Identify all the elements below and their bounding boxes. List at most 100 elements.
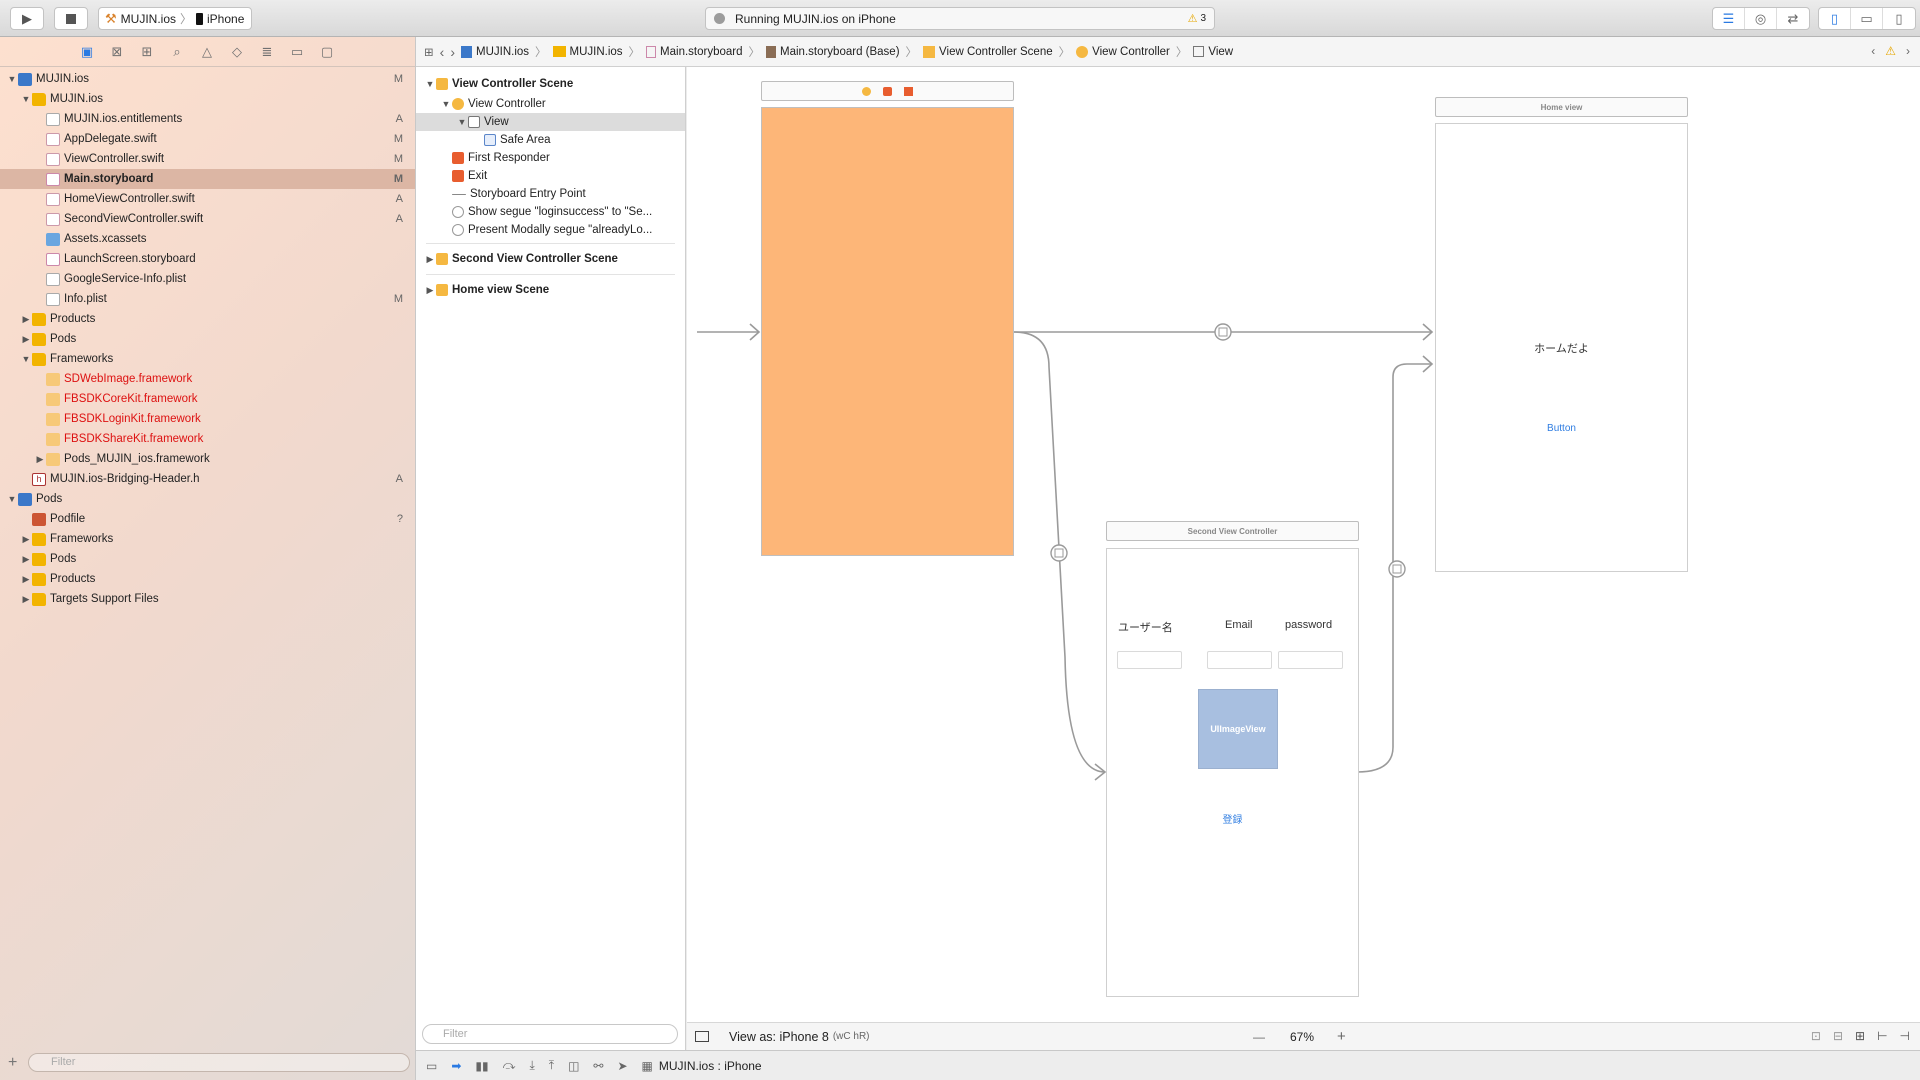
outline-view-controller[interactable]: ▼ View Controller [416, 95, 685, 113]
back-icon[interactable]: ‹ [440, 44, 445, 60]
file-tree-row[interactable]: FBSDKLoginKit.framework [0, 409, 415, 429]
username-field[interactable] [1117, 651, 1182, 669]
second-scene-dock[interactable]: Second View Controller [1106, 521, 1359, 541]
outline-exit[interactable]: Exit [416, 167, 685, 185]
resolve-issues-icon[interactable]: ⊣ [1900, 1029, 1910, 1043]
disclosure-expanded-icon[interactable]: ▼ [424, 79, 436, 89]
outline-entry-point[interactable]: Storyboard Entry Point [416, 185, 685, 203]
outline-scene-home[interactable]: ▶ Home view Scene [416, 279, 685, 301]
zoom-level[interactable]: 67% [1290, 1030, 1314, 1044]
align-icon[interactable]: ⊞ [1855, 1029, 1865, 1043]
disclosure-collapsed-icon[interactable]: ▶ [424, 254, 436, 265]
forward-icon[interactable]: › [450, 44, 455, 60]
breakpoint-icon[interactable]: ▭ [288, 44, 306, 60]
zoom-out-button[interactable]: — [1253, 1030, 1265, 1044]
report-icon[interactable]: ▢ [318, 44, 336, 60]
debug-area-toggle-icon[interactable]: ▭ [1851, 8, 1883, 29]
file-tree-row[interactable]: ▼ MUJIN.ios M [0, 69, 415, 89]
previous-issue-icon[interactable]: ‹ [1871, 44, 1875, 58]
second-device[interactable]: ユーザー名 Email password UIImageView 登録 [1106, 548, 1359, 997]
memory-graph-icon[interactable]: ⚯ [593, 1059, 603, 1073]
file-tree-row[interactable]: ▼ Frameworks [0, 349, 415, 369]
disclosure-collapsed-icon[interactable]: ▶ [20, 534, 32, 545]
assistant-editor-icon[interactable]: ◎ [1745, 8, 1777, 29]
pause-icon[interactable]: ▮▮ [475, 1059, 488, 1073]
related-items-icon[interactable]: ⊞ [424, 45, 434, 59]
navigator-filter-input[interactable]: Filter [28, 1053, 410, 1072]
version-editor-icon[interactable]: ⇄ [1777, 8, 1809, 29]
crumb-storyboard-base[interactable]: Main.storyboard (Base) [766, 45, 900, 58]
update-frames-icon[interactable]: ⊡ [1811, 1029, 1821, 1043]
file-tree-row[interactable]: SDWebImage.framework [0, 369, 415, 389]
file-tree-row[interactable]: ▶ Products [0, 309, 415, 329]
view-as-label[interactable]: View as: iPhone 8 [729, 1030, 829, 1044]
outline-scene-view-controller[interactable]: ▼ View Controller Scene [416, 73, 685, 95]
crumb-folder[interactable]: MUJIN.ios [552, 46, 623, 58]
outline-segue-alreadylogin[interactable]: Present Modally segue "alreadyLo... [416, 221, 685, 239]
outline-segue-loginsuccess[interactable]: Show segue "loginsuccess" to "Se... [416, 203, 685, 221]
home-button[interactable]: Button [1436, 423, 1687, 434]
source-control-icon[interactable]: ⊠ [108, 44, 126, 60]
disclosure-collapsed-icon[interactable]: ▶ [20, 334, 32, 345]
file-tree-row[interactable]: ▼ Pods [0, 489, 415, 509]
outline-view[interactable]: ▼ View [416, 113, 685, 131]
run-button[interactable]: ▶ [10, 7, 44, 30]
password-field[interactable] [1278, 651, 1343, 669]
disclosure-collapsed-icon[interactable]: ▶ [424, 285, 436, 296]
file-tree-row[interactable]: ▶ Pods_MUJIN_ios.framework [0, 449, 415, 469]
home-device[interactable]: ホームだよ Button [1435, 123, 1688, 572]
disclosure-expanded-icon[interactable]: ▼ [440, 99, 452, 109]
file-tree-row[interactable]: Podfile? [0, 509, 415, 529]
disclosure-expanded-icon[interactable]: ▼ [20, 94, 32, 104]
image-view[interactable]: UIImageView [1198, 689, 1278, 769]
disclosure-collapsed-icon[interactable]: ▶ [34, 454, 46, 465]
vc-root-view[interactable] [762, 108, 1013, 555]
crumb-project[interactable]: MUJIN.ios [460, 45, 529, 58]
home-scene-dock[interactable]: Home view [1435, 97, 1688, 117]
disclosure-collapsed-icon[interactable]: ▶ [20, 554, 32, 565]
scheme-selector[interactable]: ⚒ MUJIN.ios 〉 iPhone [98, 7, 252, 30]
outline-toggle-icon[interactable] [695, 1031, 709, 1042]
hide-debug-area-icon[interactable]: ▭ [426, 1059, 437, 1073]
file-tree-row[interactable]: ▶ Pods [0, 329, 415, 349]
file-tree-row[interactable]: ▶ Pods [0, 549, 415, 569]
next-issue-icon[interactable]: › [1906, 44, 1910, 58]
file-tree-row[interactable]: LaunchScreen.storyboard [0, 249, 415, 269]
file-tree-row[interactable]: Assets.xcassets [0, 229, 415, 249]
outline-filter-input[interactable]: Filter [422, 1024, 678, 1044]
file-tree-row[interactable]: MUJIN.ios.entitlements A [0, 109, 415, 129]
location-icon[interactable]: ➤ [617, 1059, 627, 1073]
file-tree-row[interactable]: ▼ MUJIN.ios [0, 89, 415, 109]
issue-icon[interactable]: △ [198, 44, 216, 60]
disclosure-expanded-icon[interactable]: ▼ [6, 74, 18, 84]
file-tree-row[interactable]: HomeViewController.swift A [0, 189, 415, 209]
zoom-in-button[interactable]: + [1337, 1028, 1346, 1045]
embed-in-stack-icon[interactable]: ⊟ [1833, 1029, 1843, 1043]
file-tree-row[interactable]: FBSDKCoreKit.framework [0, 389, 415, 409]
step-out-icon[interactable]: ⤒ [549, 1058, 554, 1073]
file-tree-row[interactable]: ▶ Products [0, 569, 415, 589]
vc-scene-dock[interactable] [761, 81, 1014, 101]
file-tree-row[interactable]: h MUJIN.ios-Bridging-Header.h A [0, 469, 415, 489]
add-file-icon[interactable]: + [8, 1054, 17, 1072]
outline-safe-area[interactable]: Safe Area [416, 131, 685, 149]
stop-button[interactable] [54, 7, 88, 30]
file-tree-row[interactable]: ▶ Targets Support Files [0, 589, 415, 609]
crumb-view[interactable]: View [1193, 46, 1233, 58]
utilities-toggle-icon[interactable]: ▯ [1883, 8, 1915, 29]
navigator-toggle-icon[interactable]: ▯ [1819, 8, 1851, 29]
file-tree-row[interactable]: Info.plist M [0, 289, 415, 309]
file-tree-row[interactable]: SecondViewController.swift A [0, 209, 415, 229]
disclosure-collapsed-icon[interactable]: ▶ [20, 594, 32, 605]
folder-icon[interactable]: ▣ [78, 44, 96, 60]
file-tree-row[interactable]: Main.storyboard M [0, 169, 415, 189]
test-icon[interactable]: ◇ [228, 44, 246, 60]
outline-first-responder[interactable]: First Responder [416, 149, 685, 167]
disclosure-collapsed-icon[interactable]: ▶ [20, 314, 32, 325]
crumb-view-controller[interactable]: View Controller [1076, 45, 1170, 58]
email-field[interactable] [1207, 651, 1272, 669]
vc-device[interactable] [761, 107, 1014, 556]
debug-icon[interactable]: ≣ [258, 44, 276, 60]
outline-scene-second[interactable]: ▶ Second View Controller Scene [416, 248, 685, 270]
view-debugger-icon[interactable]: ◫ [568, 1059, 579, 1073]
